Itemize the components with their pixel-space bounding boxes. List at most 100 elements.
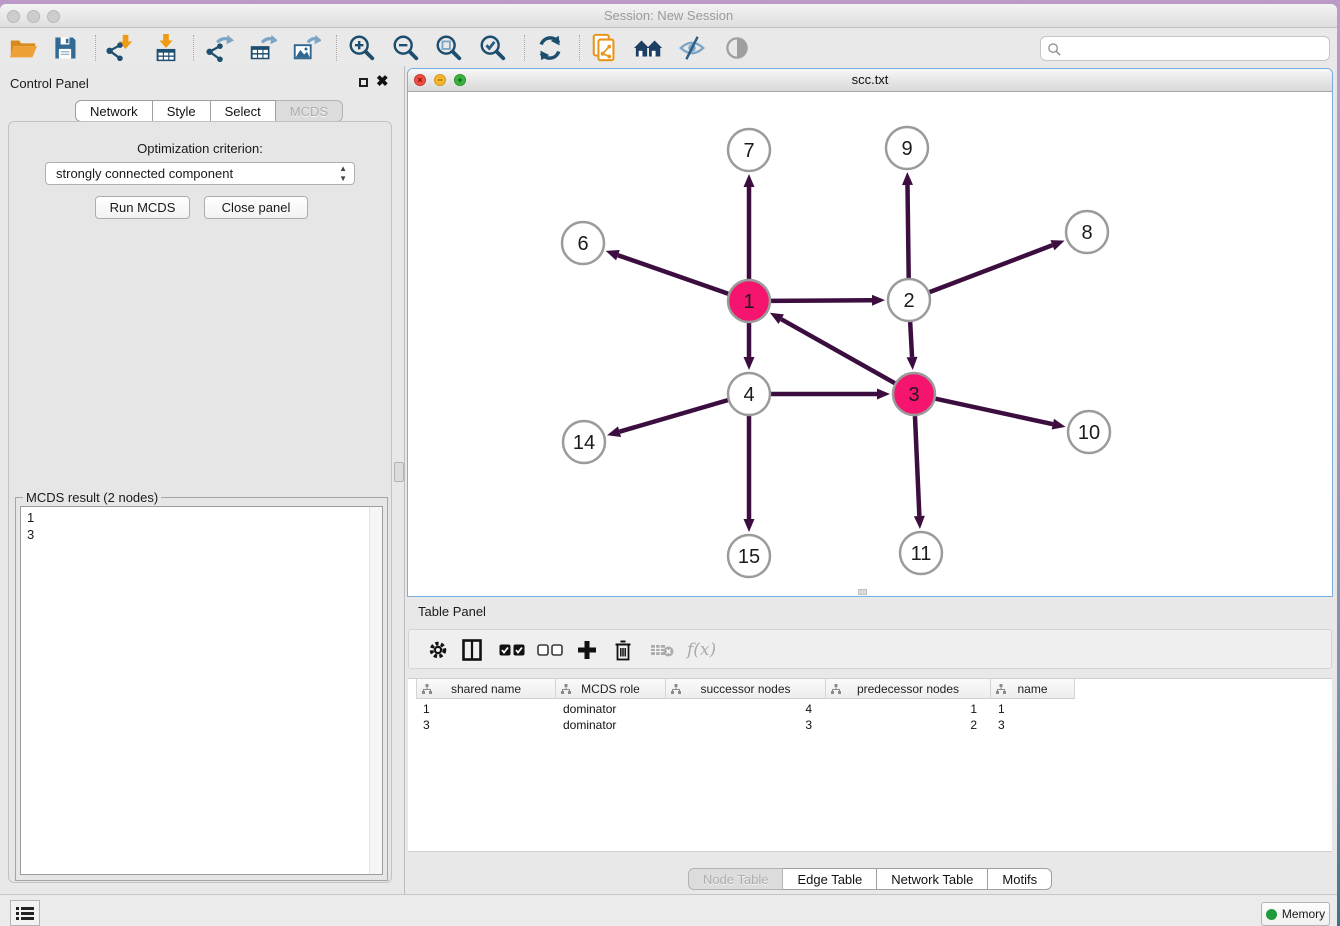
mcds-result-values: 1 3 <box>27 509 34 543</box>
hide-graphics-details-icon[interactable] <box>675 31 709 65</box>
graph-edge-2-8[interactable] <box>930 245 1053 292</box>
cell-MCDS-role[interactable]: dominator <box>556 701 666 717</box>
column-header-successor-nodes[interactable]: successor nodes <box>666 679 826 699</box>
network-canvas[interactable]: 7968124314101511 <box>408 92 1332 596</box>
graph-edge-arrow <box>744 519 755 532</box>
graph-edge-1-6[interactable] <box>618 255 728 294</box>
criterion-dropdown[interactable]: strongly connected component ▲▼ <box>45 162 355 185</box>
table-row[interactable]: 3dominator323 <box>416 717 1075 733</box>
graph-edge-arrow <box>902 172 913 185</box>
search-input[interactable] <box>1067 39 1322 58</box>
network-view-window: × − + scc.txt 7968124314101511 <box>408 69 1332 596</box>
close-panel-button[interactable]: Close panel <box>204 196 308 219</box>
cell-shared-name[interactable]: 3 <box>416 717 556 733</box>
memory-label: Memory <box>1282 907 1325 921</box>
mcds-result-textarea[interactable]: 1 3 <box>20 506 383 875</box>
tab-network[interactable]: Network <box>75 100 153 122</box>
cell-shared-name[interactable]: 1 <box>416 701 556 717</box>
export-table-icon[interactable] <box>245 31 279 65</box>
graph-edge-3-1[interactable] <box>781 319 895 383</box>
network-window-titlebar[interactable]: × − + scc.txt <box>408 69 1332 92</box>
graph-edge-arrow <box>744 174 755 187</box>
select-all-rows-icon[interactable] <box>499 630 525 670</box>
zoom-fit-icon[interactable] <box>432 31 466 65</box>
zoom-out-icon[interactable] <box>389 31 423 65</box>
app-window: Session: New Session <box>0 4 1337 926</box>
zoom-selected-icon[interactable] <box>476 31 510 65</box>
table-options-icon[interactable] <box>427 630 449 670</box>
task-history-button[interactable] <box>10 900 40 926</box>
tab-style[interactable]: Style <box>153 100 211 122</box>
column-header-MCDS-role[interactable]: MCDS role <box>556 679 666 699</box>
table-row[interactable]: 1dominator411 <box>416 701 1075 717</box>
control-panel-tabs: NetworkStyleSelectMCDS <box>75 100 343 122</box>
show-column-icon[interactable] <box>462 630 482 670</box>
panel-divider-handle[interactable] <box>394 462 404 482</box>
export-network-icon[interactable] <box>202 31 236 65</box>
run-mcds-button[interactable]: Run MCDS <box>95 196 190 219</box>
table-toolbar: f(x) <box>408 629 1332 669</box>
tab-mcds[interactable]: MCDS <box>276 100 343 122</box>
result-scrollbar[interactable] <box>369 507 382 874</box>
graph-edge-3-11[interactable] <box>915 416 919 516</box>
deselect-all-rows-icon[interactable] <box>537 630 563 670</box>
tab-edge-table[interactable]: Edge Table <box>783 868 877 890</box>
column-header-predecessor-nodes[interactable]: predecessor nodes <box>826 679 991 699</box>
column-header-shared-name[interactable]: shared name <box>416 679 556 699</box>
graph-edge-arrow <box>877 389 890 400</box>
graph-edge-arrow <box>872 295 885 306</box>
graph-edge-1-2[interactable] <box>771 300 872 301</box>
search-icon <box>1047 42 1062 57</box>
table-panel: Table Panel ✖ <box>408 599 1332 894</box>
close-panel-icon[interactable]: ✖ <box>376 72 389 90</box>
save-session-icon[interactable] <box>48 31 82 65</box>
main-titlebar: Session: New Session <box>0 4 1337 28</box>
show-all-views-icon[interactable] <box>632 31 666 65</box>
tab-network-table[interactable]: Network Table <box>877 868 988 890</box>
zoom-in-icon[interactable] <box>345 31 379 65</box>
graph-edge-4-14[interactable] <box>620 400 728 432</box>
graph-edge-2-9[interactable] <box>907 185 908 278</box>
graph-edge-arrow <box>606 250 620 260</box>
cell-predecessor-nodes[interactable]: 1 <box>826 701 991 717</box>
cell-predecessor-nodes[interactable]: 2 <box>826 717 991 733</box>
export-image-icon[interactable] <box>289 31 323 65</box>
toolbar-separator <box>336 35 337 61</box>
graph-edge-arrow <box>907 357 918 370</box>
cell-successor-nodes[interactable]: 4 <box>666 701 826 717</box>
cell-successor-nodes[interactable]: 3 <box>666 717 826 733</box>
show-graphics-details-icon[interactable] <box>720 31 754 65</box>
toolbar-separator <box>95 35 96 61</box>
graph-edge-arrow <box>1052 419 1066 430</box>
node-table[interactable]: shared nameMCDS rolesuccessor nodesprede… <box>408 678 1332 852</box>
canvas-resize-handle[interactable] <box>858 589 867 595</box>
open-session-icon[interactable] <box>6 31 40 65</box>
tab-node-table[interactable]: Node Table <box>688 868 784 890</box>
column-header-name[interactable]: name <box>991 679 1075 699</box>
graph-node-label: 1 <box>743 291 754 313</box>
toolbar-separator <box>524 35 525 61</box>
graph-edge-2-3[interactable] <box>910 322 912 357</box>
cell-name[interactable]: 3 <box>991 717 1075 733</box>
dropdown-stepper-icon: ▲▼ <box>339 164 347 184</box>
apply-layout-icon[interactable] <box>533 31 567 65</box>
cell-name[interactable]: 1 <box>991 701 1075 717</box>
graph-edge-arrow <box>607 426 621 437</box>
optimization-criterion-label: Optimization criterion: <box>9 141 391 156</box>
import-network-icon[interactable] <box>102 31 136 65</box>
clone-network-icon[interactable] <box>588 31 622 65</box>
search-field[interactable] <box>1040 36 1330 61</box>
graph-edge-3-10[interactable] <box>935 399 1052 424</box>
float-panel-icon[interactable] <box>359 78 368 87</box>
graph-node-label: 14 <box>573 432 595 454</box>
table-panel-tabs: Node TableEdge TableNetwork TableMotifs <box>688 868 1052 890</box>
graph-node-label: 3 <box>908 384 919 406</box>
memory-button[interactable]: Memory <box>1261 902 1330 926</box>
delete-rows-icon[interactable] <box>614 630 632 670</box>
add-row-icon[interactable] <box>577 630 597 670</box>
tab-select[interactable]: Select <box>211 100 276 122</box>
tab-motifs[interactable]: Motifs <box>988 868 1052 890</box>
cell-MCDS-role[interactable]: dominator <box>556 717 666 733</box>
control-panel-title: Control Panel <box>10 76 89 91</box>
import-table-icon[interactable] <box>149 31 183 65</box>
